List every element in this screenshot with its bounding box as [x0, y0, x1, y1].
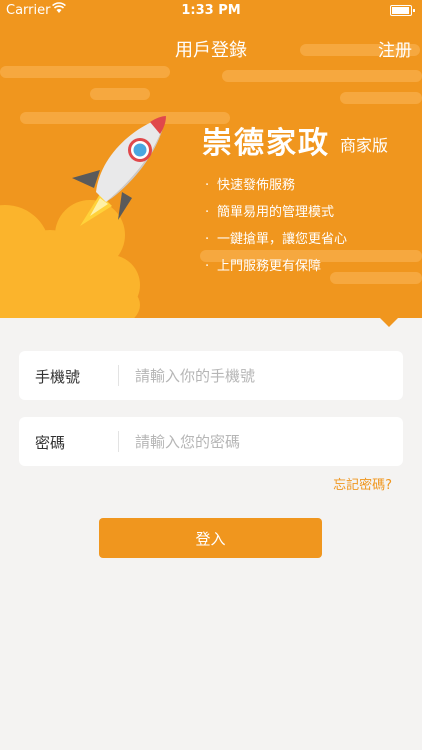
field-divider — [118, 365, 119, 386]
feature-item: · 簡單易用的管理模式 — [205, 205, 335, 220]
brand-name: 崇德家政 — [202, 126, 330, 161]
feature-item: · 快速發佈服務 — [205, 178, 296, 193]
password-field: 密碼 — [19, 417, 403, 466]
rocket-illustration — [60, 108, 190, 238]
decor-stripe — [222, 70, 422, 82]
hero-banner: Carrier 1:33 PM 用戶登錄 注册 崇德家政 商家版 · 快速發佈服務… — [0, 0, 422, 318]
banner-pointer — [380, 318, 398, 327]
password-input[interactable] — [133, 427, 392, 457]
brand-edition: 商家版 — [340, 136, 389, 155]
register-button[interactable]: 注册 — [378, 36, 412, 61]
phone-input[interactable] — [133, 361, 392, 391]
feature-label: 一鍵搶單，讓您更省心 — [217, 232, 348, 247]
feature-label: 上門服務更有保障 — [217, 259, 322, 274]
status-bar: Carrier 1:33 PM — [0, 0, 422, 22]
feature-label: 簡單易用的管理模式 — [217, 205, 335, 220]
field-divider — [118, 431, 119, 452]
login-button[interactable]: 登入 — [99, 518, 322, 558]
phone-label: 手機號 — [35, 368, 81, 386]
status-time: 1:33 PM — [181, 3, 241, 18]
feature-list: · 快速發佈服務 · 簡單易用的管理模式 · 一鍵搶單，讓您更省心 · 上門服務更有保障 — [205, 176, 347, 284]
forgot-password-link[interactable]: 忘記密碼? — [333, 474, 392, 493]
battery-icon — [390, 5, 415, 16]
decor-stripe — [0, 66, 170, 78]
phone-field: 手機號 — [19, 351, 403, 400]
decor-stripe — [340, 92, 422, 104]
password-label: 密碼 — [35, 434, 66, 452]
feature-item: · 一鍵搶單，讓您更省心 — [205, 232, 348, 247]
decor-stripe — [90, 88, 150, 100]
page-title: 用戶登錄 — [175, 40, 247, 61]
feature-item: · 上門服務更有保障 — [205, 259, 322, 274]
feature-label: 快速發佈服務 — [217, 178, 296, 193]
